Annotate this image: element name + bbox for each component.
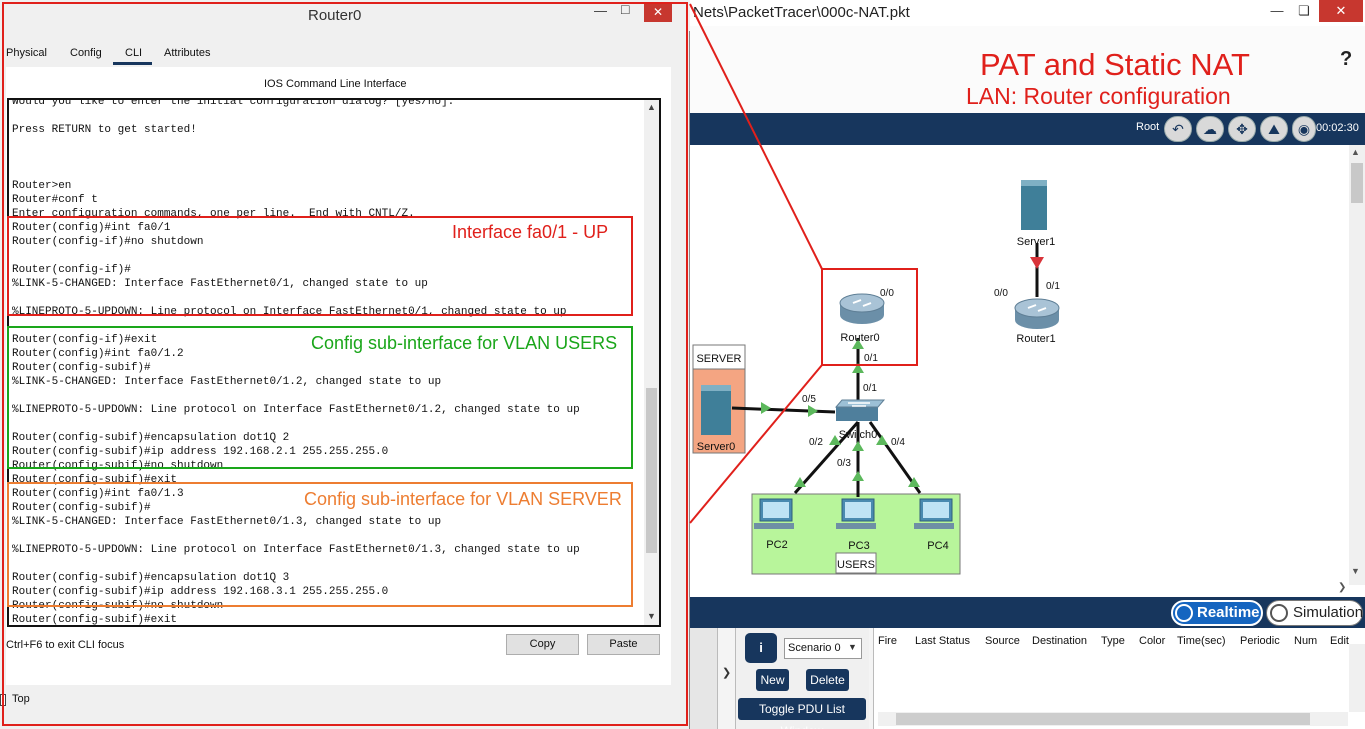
- vlan-users-label: Config sub-interface for VLAN USERS: [311, 333, 618, 353]
- interface-up-label: Interface fa0/1 - UP: [452, 222, 609, 242]
- screen: Nets\PacketTracer\000c-NAT.pkt — ❏ ✕ PAT…: [0, 0, 1365, 729]
- callout-line-bottom: [689, 364, 823, 524]
- callout-line-top: [689, 3, 823, 270]
- vlan-server-label: Config sub-interface for VLAN SERVER: [304, 489, 622, 509]
